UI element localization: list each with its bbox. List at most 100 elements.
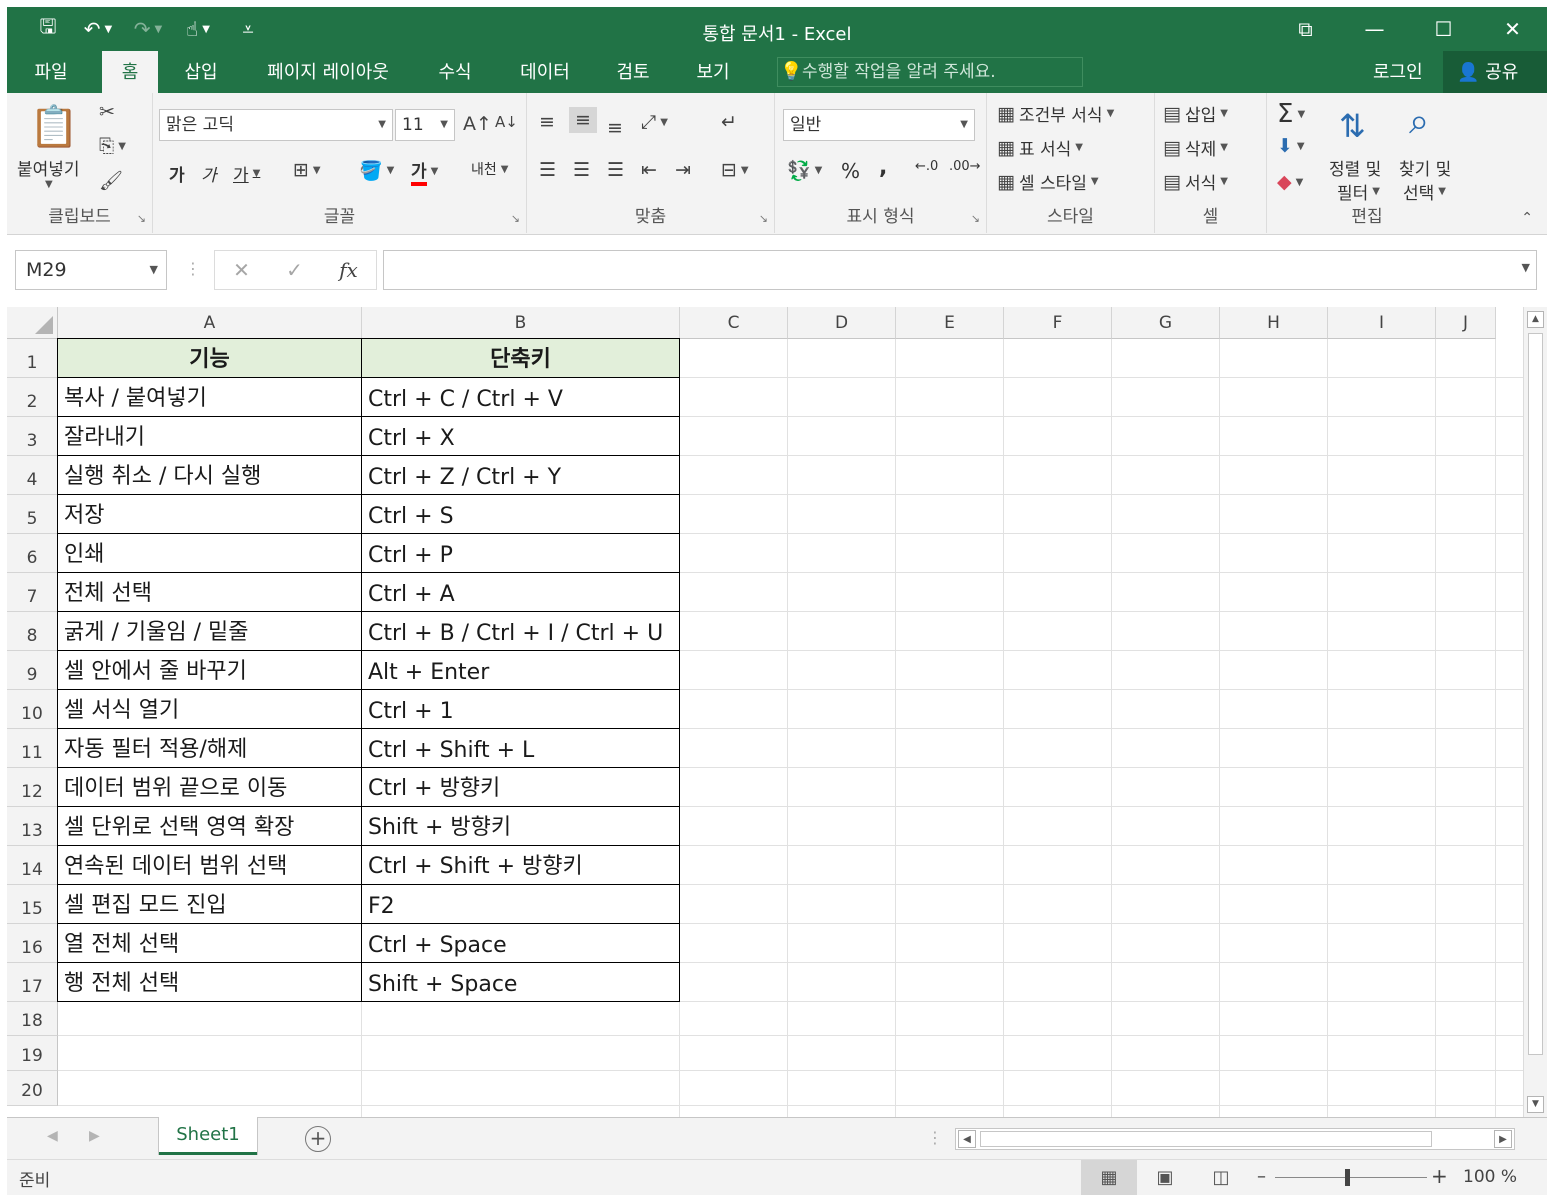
table-cell[interactable]: Ctrl + Shift + L <box>361 728 680 768</box>
close-icon[interactable]: ✕ <box>1478 7 1547 51</box>
row-header-13[interactable]: 13 <box>7 807 58 846</box>
italic-button[interactable]: 가 <box>201 161 217 186</box>
table-cell[interactable]: Ctrl + 1 <box>361 689 680 729</box>
table-cell[interactable]: 실행 취소 / 다시 실행 <box>57 455 362 495</box>
row-header-6[interactable]: 6 <box>7 534 58 573</box>
page-layout-view-icon[interactable]: ▣ <box>1137 1160 1193 1195</box>
zoom-in-icon[interactable]: + <box>1431 1164 1448 1188</box>
format-as-table-button[interactable]: ▦ 표 서식 ▼ <box>997 135 1083 161</box>
column-header-f[interactable]: F <box>1004 307 1112 339</box>
row-header-12[interactable]: 12 <box>7 768 58 807</box>
zoom-level[interactable]: 100 % <box>1463 1167 1517 1187</box>
fill-color-button[interactable]: 🪣 ▼ <box>359 159 394 182</box>
worksheet-grid[interactable]: A B C D E F G H I J 1 2 3 4 5 6 7 8 9 10 11 12 13 14 15 16 17 18 19 2… <box>7 307 1547 1117</box>
borders-button[interactable]: ⊞ ▼ <box>293 159 321 181</box>
align-bottom-icon[interactable]: ≡ <box>607 117 623 139</box>
row-header-5[interactable]: 5 <box>7 495 58 534</box>
table-cell[interactable]: 열 전체 선택 <box>57 923 362 963</box>
login-link[interactable]: 로그인 <box>1373 51 1423 95</box>
drag-handle-icon[interactable]: ⋮ <box>185 259 201 278</box>
row-header-1[interactable]: 1 <box>7 339 58 378</box>
table-cell[interactable]: 복사 / 붙여넣기 <box>57 377 362 417</box>
dialog-launcher-icon[interactable]: ↘ <box>511 212 520 225</box>
name-box[interactable]: M29 ▼ <box>15 250 167 290</box>
vertical-scroll-thumb[interactable] <box>1528 333 1543 1055</box>
share-button[interactable]: 👤 공유 <box>1443 51 1547 93</box>
tab-view[interactable]: 보기 <box>683 51 743 93</box>
cut-icon[interactable]: ✂ <box>99 101 115 123</box>
clear-button[interactable]: ◆ ▼ <box>1277 171 1303 193</box>
sort-filter-label-1[interactable]: 정렬 및 <box>1329 155 1381 180</box>
scroll-up-icon[interactable]: ▲ <box>1527 311 1544 328</box>
table-cell[interactable]: Alt + Enter <box>361 650 680 690</box>
table-cell[interactable]: Ctrl + Shift + 방향키 <box>361 845 680 885</box>
font-size-select[interactable]: 11 ▼ <box>395 109 455 141</box>
horizontal-scrollbar[interactable]: ◀ ▶ <box>955 1128 1515 1150</box>
zoom-slider-thumb[interactable] <box>1345 1169 1350 1186</box>
prev-sheet-icon[interactable]: ◀ <box>47 1128 58 1144</box>
normal-view-icon[interactable]: ▦ <box>1081 1160 1137 1195</box>
tab-page-layout[interactable]: 페이지 레이아웃 <box>251 51 405 93</box>
wrap-text-icon[interactable]: ↵ <box>721 111 737 133</box>
ribbon-display-options-icon[interactable]: ⧉ <box>1271 7 1340 51</box>
decrease-font-icon[interactable]: A↓ <box>495 113 518 131</box>
expand-formula-bar-icon[interactable]: ▼ <box>1522 261 1530 274</box>
row-header-11[interactable]: 11 <box>7 729 58 768</box>
table-cell[interactable]: Ctrl + B / Ctrl + I / Ctrl + U <box>361 611 680 651</box>
column-header-c[interactable]: C <box>680 307 788 339</box>
sheet-tab-sheet1[interactable]: Sheet1 <box>159 1117 257 1155</box>
bold-button[interactable]: 가 <box>169 161 185 186</box>
align-top-icon[interactable]: ≡ <box>539 111 555 133</box>
minimize-icon[interactable]: — <box>1340 7 1409 51</box>
row-header-18[interactable]: 18 <box>7 1002 58 1036</box>
font-name-select[interactable]: 맑은 고딕 ▼ <box>159 109 393 141</box>
page-break-view-icon[interactable]: ◫ <box>1193 1160 1249 1195</box>
find-select-label-1[interactable]: 찾기 및 <box>1399 155 1451 180</box>
align-middle-icon[interactable]: ≡ <box>569 107 597 133</box>
align-right-icon[interactable]: ☰ <box>607 159 624 181</box>
table-cell[interactable]: Ctrl + S <box>361 494 680 534</box>
table-cell[interactable]: 연속된 데이터 범위 선택 <box>57 845 362 885</box>
copy-icon[interactable]: ⎘ ▼ <box>99 135 126 157</box>
horizontal-scroll-thumb[interactable] <box>980 1131 1432 1147</box>
table-cell[interactable]: Ctrl + P <box>361 533 680 573</box>
row-header-10[interactable]: 10 <box>7 690 58 729</box>
accounting-format-button[interactable]: 💱 ▼ <box>787 159 822 182</box>
table-cell[interactable]: 데이터 범위 끝으로 이동 <box>57 767 362 807</box>
table-cell[interactable]: 셀 편집 모드 진입 <box>57 884 362 924</box>
table-header-cell[interactable]: 단축키 <box>361 338 680 378</box>
table-cell[interactable]: 인쇄 <box>57 533 362 573</box>
table-cell[interactable]: Shift + Space <box>361 962 680 1002</box>
table-cell[interactable]: Ctrl + Space <box>361 923 680 963</box>
table-cell[interactable]: Ctrl + X <box>361 416 680 456</box>
row-header-2[interactable]: 2 <box>7 378 58 417</box>
column-header-g[interactable]: G <box>1112 307 1220 339</box>
increase-font-icon[interactable]: A↑ <box>463 113 492 135</box>
autosum-button[interactable]: Σ ▼ <box>1277 99 1305 129</box>
underline-button[interactable]: 가 ▼ <box>233 161 260 186</box>
table-cell[interactable]: 자동 필터 적용/해제 <box>57 728 362 768</box>
cell-styles-button[interactable]: ▦ 셀 스타일 ▼ <box>997 169 1099 195</box>
column-header-d[interactable]: D <box>788 307 896 339</box>
table-cell[interactable]: Ctrl + Z / Ctrl + Y <box>361 455 680 495</box>
increase-decimal-icon[interactable]: ←.0 <box>915 159 938 174</box>
tab-file[interactable]: 파일 <box>17 51 85 93</box>
table-cell[interactable]: 셀 서식 열기 <box>57 689 362 729</box>
formula-input[interactable]: ▼ <box>383 250 1537 290</box>
vertical-scrollbar[interactable]: ▲ ▼ <box>1523 307 1547 1117</box>
decrease-decimal-icon[interactable]: .00→ <box>949 159 981 174</box>
magnifier-icon[interactable]: ⌕ <box>1409 101 1429 143</box>
format-cells-button[interactable]: ▤ 서식 ▼ <box>1163 169 1228 195</box>
maximize-icon[interactable]: ☐ <box>1409 7 1478 51</box>
cancel-icon[interactable]: ✕ <box>233 258 250 282</box>
table-header-cell[interactable]: 기능 <box>57 338 362 378</box>
tell-me-input[interactable]: 💡 수행할 작업을 알려 주세요. <box>777 57 1083 87</box>
dialog-launcher-icon[interactable]: ↘ <box>137 212 146 225</box>
dialog-launcher-icon[interactable]: ↘ <box>759 212 768 225</box>
font-color-button[interactable]: 가 ▼ <box>411 157 438 186</box>
align-center-icon[interactable]: ☰ <box>573 159 590 181</box>
table-cell[interactable]: Ctrl + A <box>361 572 680 612</box>
table-cell[interactable]: F2 <box>361 884 680 924</box>
enter-icon[interactable]: ✓ <box>286 258 303 282</box>
drag-handle-icon[interactable]: ⋮ <box>927 1128 943 1147</box>
